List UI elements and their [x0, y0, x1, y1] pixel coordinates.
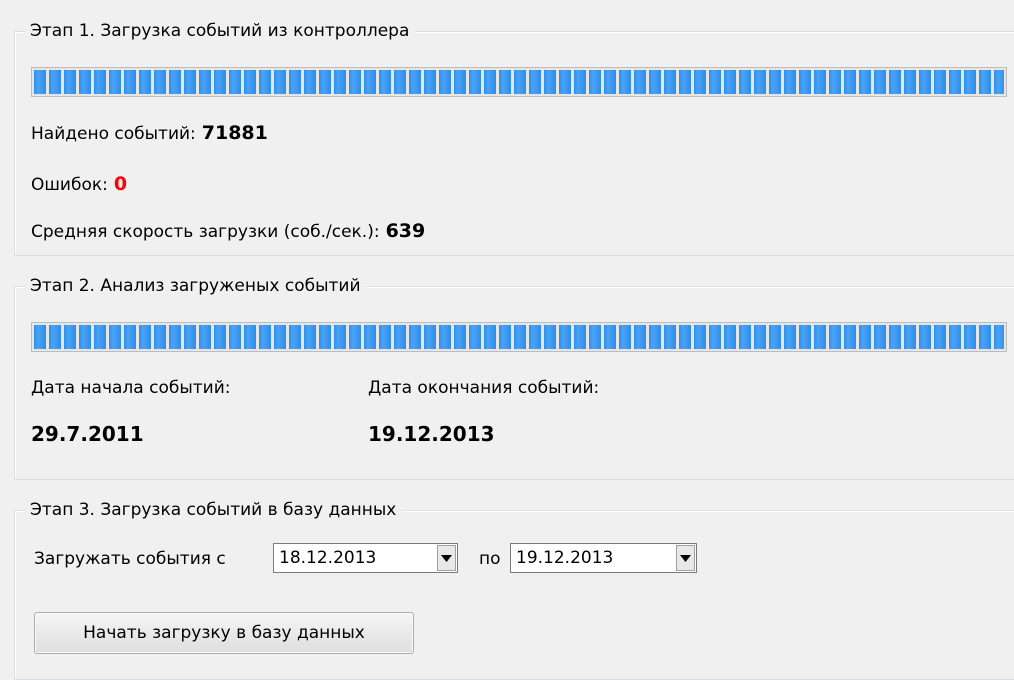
load-to-label: по	[479, 549, 501, 569]
speed-value: 639	[385, 220, 426, 242]
stage2-groupbox: Этап 2. Анализ загруженых событий Дата н…	[14, 275, 1014, 480]
end-date-value: 19.12.2013	[368, 422, 495, 446]
load-from-label: Загружать события с	[34, 549, 226, 569]
found-events-label: Найдено событий:	[31, 124, 196, 144]
found-events-value: 71881	[201, 122, 268, 144]
date-to-combobox[interactable]: 19.12.2013	[510, 543, 697, 573]
stage1-progress-bar	[31, 67, 1007, 97]
end-date-label: Дата окончания событий:	[368, 378, 600, 398]
stage1-progress-fill	[34, 70, 1004, 94]
stage1-groupbox: Этап 1. Загрузка событий из контроллера …	[14, 20, 1014, 256]
found-events-row: Найдено событий: 71881	[31, 122, 268, 145]
errors-row: Ошибок: 0	[31, 173, 127, 196]
stage3-title: Этап 3. Загрузка событий в базу данных	[25, 499, 403, 521]
errors-label: Ошибок:	[31, 175, 108, 195]
chevron-down-icon	[680, 554, 691, 562]
date-from-dropdown-button[interactable]	[437, 545, 456, 571]
speed-row: Средняя скорость загрузки (соб./сек.): 63…	[31, 220, 425, 243]
date-to-dropdown-button[interactable]	[676, 545, 695, 571]
stage2-title: Этап 2. Анализ загруженых событий	[25, 275, 367, 297]
stage2-progress-fill	[34, 325, 1004, 349]
date-from-combobox[interactable]: 18.12.2013	[273, 543, 458, 573]
errors-value: 0	[113, 173, 128, 195]
start-date-value: 29.7.2011	[31, 422, 144, 446]
date-from-value: 18.12.2013	[279, 548, 377, 568]
chevron-down-icon	[441, 554, 452, 562]
speed-label: Средняя скорость загрузки (соб./сек.):	[31, 222, 380, 242]
stage2-progress-bar	[31, 322, 1007, 352]
stage3-groupbox: Этап 3. Загрузка событий в базу данных З…	[14, 499, 1014, 680]
date-to-value: 19.12.2013	[516, 548, 614, 568]
start-db-load-button[interactable]: Начать загрузку в базу данных	[34, 612, 414, 654]
stage1-title: Этап 1. Загрузка событий из контроллера	[25, 20, 416, 42]
start-date-label: Дата начала событий:	[31, 378, 231, 398]
